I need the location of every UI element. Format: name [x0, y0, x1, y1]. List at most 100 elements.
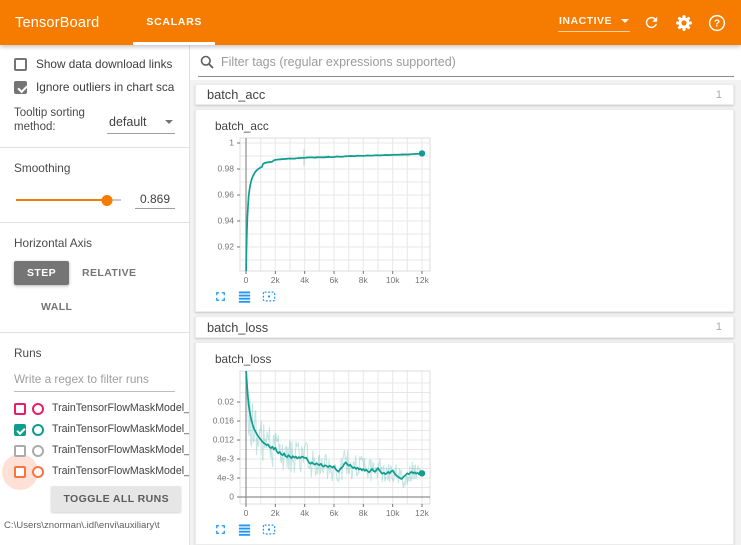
run-checkbox[interactable] — [14, 466, 26, 478]
horizontal-axis-label: Horizontal Axis — [14, 236, 175, 250]
refresh-button[interactable] — [639, 11, 663, 35]
gear-icon — [675, 14, 693, 32]
tooltip-sorting-dropdown[interactable]: default — [107, 115, 175, 134]
run-checkbox[interactable] — [14, 403, 26, 415]
fit-domain-button[interactable] — [261, 289, 277, 304]
svg-text:0.016: 0.016 — [213, 416, 235, 426]
run-glyphs — [14, 402, 52, 415]
tag-group-count: 1 — [716, 321, 722, 333]
runs-filter-input[interactable] — [14, 368, 175, 392]
checkbox-icon[interactable] — [14, 58, 27, 71]
fit-domain-button[interactable] — [261, 522, 277, 537]
run-checkbox[interactable] — [14, 445, 26, 457]
header-actions: INACTIVE — [558, 11, 729, 35]
svg-text:8k: 8k — [359, 275, 369, 285]
tag-group-batch-loss[interactable]: batch_loss 1 — [195, 316, 734, 338]
run-name: TrainTensorFlowMaskModel_model_767271453… — [52, 402, 175, 415]
run-row[interactable]: TrainTensorFlowMaskModel_model_272313280… — [14, 423, 175, 436]
svg-text:0: 0 — [244, 508, 249, 518]
smoothing-label: Smoothing — [14, 161, 175, 175]
divider — [0, 332, 189, 333]
runs-section: Runs TrainTensorFlowMaskModel_model_7672… — [0, 346, 189, 478]
runs-title: Runs — [14, 346, 175, 360]
svg-text:?: ? — [714, 18, 720, 29]
horizontal-axis-section: Horizontal Axis STEP RELATIVE WALL — [0, 236, 189, 319]
content-area: Show data download links Ignore outliers… — [0, 45, 741, 545]
horizontal-axis-options: STEP RELATIVE WALL — [14, 261, 184, 319]
yaxis-lines-button[interactable] — [237, 289, 252, 304]
svg-text:0.012: 0.012 — [213, 435, 235, 445]
svg-text:12k: 12k — [415, 508, 429, 518]
svg-text:4k: 4k — [300, 275, 310, 285]
svg-text:0: 0 — [244, 275, 249, 285]
checkbox-label: Ignore outliers in chart scaling — [36, 80, 175, 94]
expand-chart-button[interactable] — [213, 289, 228, 304]
svg-text:4e-3: 4e-3 — [217, 473, 234, 483]
yaxis-lines-icon — [237, 289, 252, 304]
smoothing-slider[interactable] — [16, 199, 121, 201]
run-glyphs — [14, 444, 52, 457]
run-row[interactable]: TrainTensorFlowMaskModel_model_767271453… — [14, 402, 175, 415]
app-header: TensorBoard SCALARS INACTIVE — [0, 0, 741, 45]
logdir-path: C:\Users\znorman\.idl\envi\auxiliary\t — [4, 520, 189, 531]
svg-text:10k: 10k — [386, 275, 400, 285]
chevron-down-icon — [621, 19, 629, 23]
chart-title: batch_acc — [215, 119, 723, 133]
svg-text:8k: 8k — [359, 508, 369, 518]
batch-acc-chart[interactable]: 02k4k6k8k10k12k10.980.960.940.92 — [208, 135, 450, 287]
refresh-icon — [643, 14, 660, 31]
axis-option-step[interactable]: STEP — [14, 261, 69, 285]
chevron-down-icon — [165, 120, 173, 124]
tooltip-sorting-value: default — [109, 115, 147, 129]
run-glyphs — [14, 465, 52, 478]
axis-option-wall[interactable]: WALL — [28, 295, 85, 319]
status-dropdown[interactable]: INACTIVE — [558, 13, 630, 32]
chart-card-batch-acc: batch_acc 02k4k6k8k10k12k10.980.960.940.… — [195, 109, 734, 312]
smoothing-section: Smoothing 0.869 — [0, 161, 189, 209]
svg-text:6k: 6k — [330, 508, 340, 518]
yaxis-lines-icon — [237, 522, 252, 537]
tag-group-batch-acc[interactable]: batch_acc 1 — [195, 84, 734, 106]
tensorboard-app: TensorBoard SCALARS INACTIVE — [0, 0, 741, 545]
chart-toolbar — [213, 289, 723, 304]
svg-text:6k: 6k — [330, 275, 340, 285]
run-color-circle — [32, 466, 44, 478]
svg-text:0.02: 0.02 — [217, 397, 234, 407]
tag-group-name: batch_acc — [207, 87, 265, 102]
checkbox-icon[interactable] — [14, 81, 27, 94]
fit-domain-icon — [261, 289, 277, 304]
divider — [0, 147, 189, 148]
svg-text:0.98: 0.98 — [217, 164, 234, 174]
sidebar: Show data download links Ignore outliers… — [0, 45, 190, 545]
chart-title: batch_loss — [215, 352, 723, 366]
yaxis-lines-button[interactable] — [237, 522, 252, 537]
show-data-download-links-checkbox[interactable]: Show data download links — [14, 57, 175, 71]
run-glyphs — [14, 423, 52, 436]
run-row[interactable]: TrainTensorFlowMaskModel_model_422932095… — [14, 444, 175, 457]
svg-text:2k: 2k — [271, 275, 281, 285]
tag-filter-field[interactable] — [198, 55, 734, 77]
divider — [0, 222, 189, 223]
batch-loss-chart[interactable]: 02k4k6k8k10k12k0.020.0160.0128e-34e-30 — [208, 368, 450, 520]
slider-knob[interactable] — [102, 195, 113, 206]
toggle-all-runs-button[interactable]: TOGGLE ALL RUNS — [51, 486, 181, 512]
tag-group-name: batch_loss — [207, 320, 268, 335]
smoothing-value[interactable]: 0.869 — [135, 192, 175, 209]
axis-option-relative[interactable]: RELATIVE — [69, 261, 149, 285]
svg-text:1: 1 — [229, 138, 234, 148]
tag-filter-input[interactable] — [221, 55, 734, 69]
expand-chart-button[interactable] — [213, 522, 228, 537]
run-name: TrainTensorFlowMaskModel_model_422932095… — [52, 444, 175, 457]
tooltip-sorting-label: Tooltip sorting method: — [14, 106, 98, 134]
tab-scalars[interactable]: SCALARS — [133, 0, 215, 45]
slider-fill — [16, 199, 107, 201]
filter-toolbar — [190, 45, 741, 80]
svg-text:2k: 2k — [271, 508, 281, 518]
ignore-outliers-checkbox[interactable]: Ignore outliers in chart scaling — [14, 80, 175, 94]
help-button[interactable]: ? — [705, 11, 729, 35]
svg-text:0.96: 0.96 — [217, 190, 234, 200]
run-row[interactable]: TrainTensorFlowMaskModel_model_519703946… — [14, 465, 175, 478]
settings-button[interactable] — [672, 11, 696, 35]
svg-text:10k: 10k — [386, 508, 400, 518]
run-checkbox[interactable] — [14, 424, 26, 436]
